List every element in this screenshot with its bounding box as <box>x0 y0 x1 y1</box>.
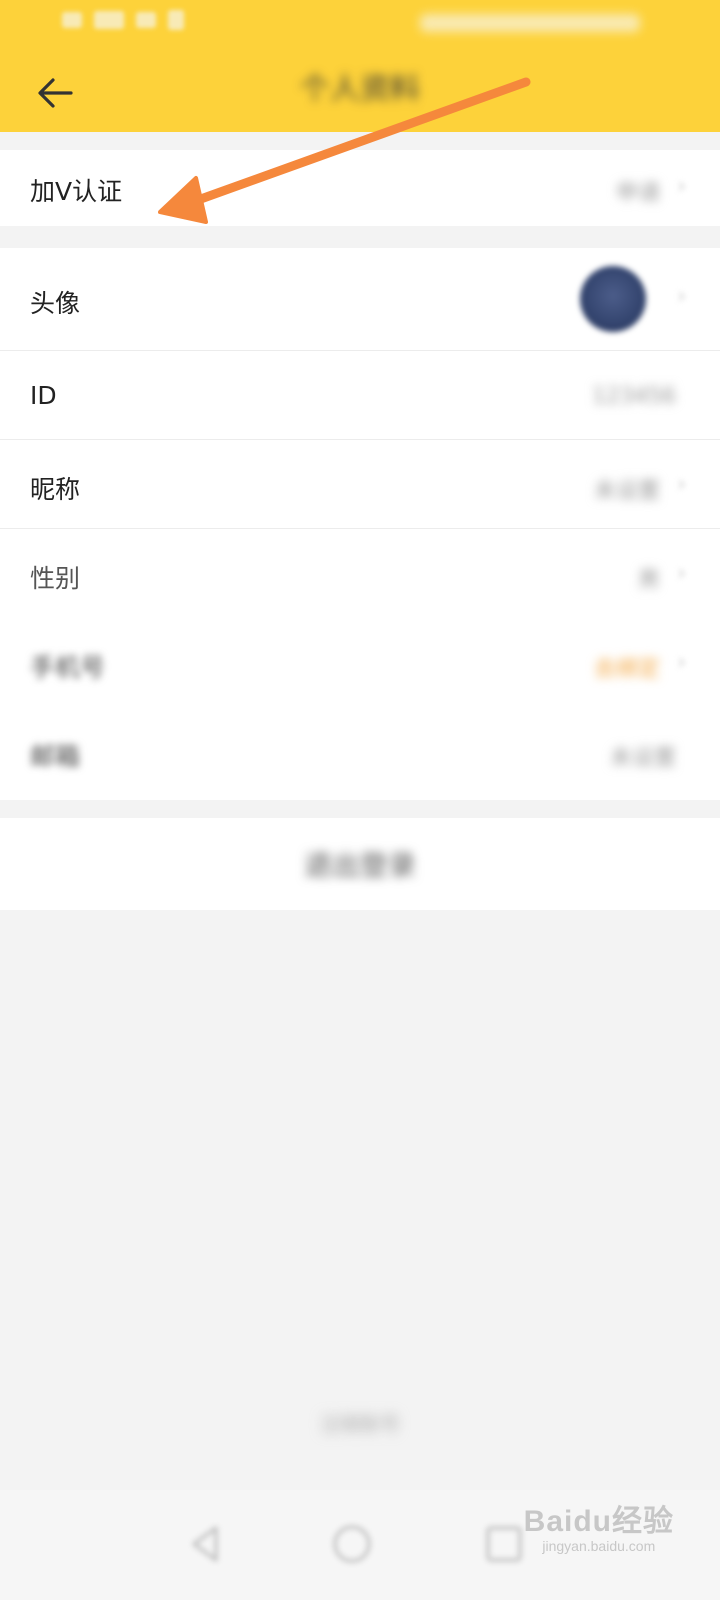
chevron-right-icon: › <box>677 472 686 497</box>
gender-row[interactable]: 性别 男 › <box>0 529 720 617</box>
nav-home-icon[interactable] <box>326 1518 378 1570</box>
id-value: 123456 <box>592 384 676 409</box>
chevron-right-icon: › <box>677 650 686 675</box>
status-bar-right <box>420 14 640 32</box>
nickname-value: 未设置 <box>593 479 660 504</box>
page-title: 个人资料 <box>300 72 420 107</box>
delete-account-link[interactable]: 注销账号 <box>0 1408 720 1437</box>
chevron-right-icon: › <box>677 561 686 586</box>
watermark-url: jingyan.baidu.com <box>542 1538 656 1554</box>
logout-button[interactable]: 退出登录 <box>0 818 720 910</box>
gender-value: 男 <box>637 568 660 593</box>
verify-label: 加V认证 <box>30 177 123 206</box>
email-value: 未设置 <box>609 746 676 771</box>
gender-label: 性别 <box>30 564 81 593</box>
id-row: ID 123456 <box>0 351 720 439</box>
baidu-watermark: Baidu经验 jingyan.baidu.com <box>524 1496 674 1554</box>
annotation-arrow-icon <box>158 77 531 224</box>
nickname-row[interactable]: 昵称 未设置 › <box>0 440 720 528</box>
phone-value: 去绑定 <box>593 657 660 682</box>
top-bar: 个人资料 <box>0 0 720 132</box>
nav-back-icon[interactable] <box>180 1518 232 1570</box>
verify-row[interactable]: 加V认证 申请 › <box>0 150 720 226</box>
avatar-row[interactable]: 头像 › <box>0 248 720 350</box>
avatar-label: 头像 <box>30 289 81 318</box>
watermark-brand: Baidu经验 <box>523 1505 674 1538</box>
chevron-right-icon: › <box>677 284 686 309</box>
nickname-label: 昵称 <box>30 475 81 504</box>
status-bar <box>62 10 184 30</box>
profile-card: 头像 › ID 123456 昵称 未设置 › 性别 男 › 手机号 去绑定 ›… <box>0 248 720 800</box>
email-row[interactable]: 邮箱 未设置 <box>0 707 720 795</box>
id-label: ID <box>30 381 57 410</box>
email-label: 邮箱 <box>30 742 81 771</box>
logout-label: 退出登录 <box>303 849 416 882</box>
chevron-right-icon: › <box>677 174 686 199</box>
verify-card: 加V认证 申请 › <box>0 150 720 226</box>
phone-row[interactable]: 手机号 去绑定 › <box>0 618 720 706</box>
verify-value: 申请 <box>615 181 660 206</box>
phone-label: 手机号 <box>30 653 106 682</box>
avatar <box>580 266 646 332</box>
nav-recents-icon[interactable] <box>478 1518 530 1570</box>
